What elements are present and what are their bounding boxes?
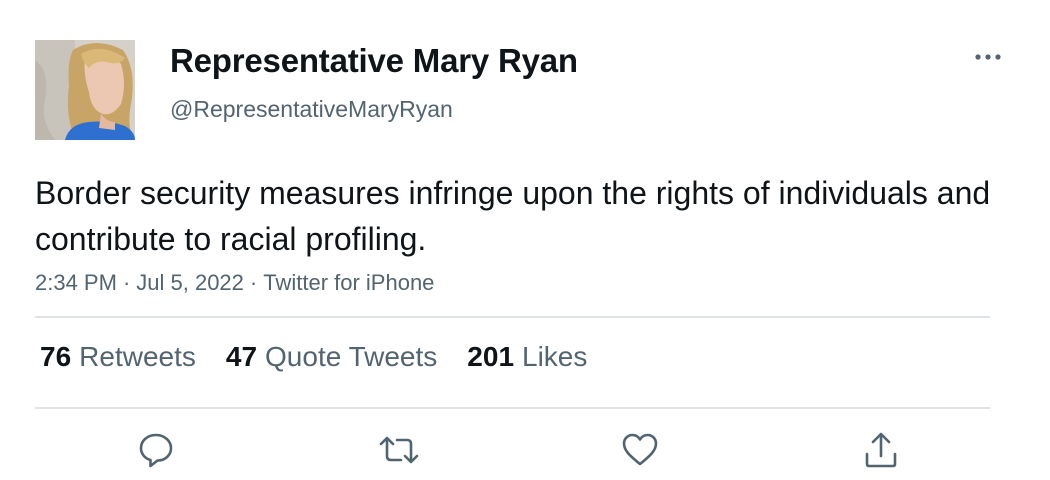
likes-stat[interactable]: 201 Likes bbox=[467, 341, 587, 373]
quote-tweets-label: Quote Tweets bbox=[265, 341, 438, 372]
meta-separator: · bbox=[249, 270, 258, 295]
action-bar bbox=[0, 428, 1050, 472]
reply-button[interactable] bbox=[134, 428, 178, 472]
share-button[interactable] bbox=[859, 428, 903, 472]
retweet-icon bbox=[379, 436, 419, 464]
like-icon bbox=[622, 433, 658, 466]
meta-separator: · bbox=[122, 270, 131, 295]
tweet-text: Border security measures infringe upon t… bbox=[35, 175, 991, 257]
more-options-button[interactable] bbox=[968, 44, 1008, 70]
likes-label: Likes bbox=[522, 341, 588, 372]
avatar[interactable] bbox=[35, 40, 135, 140]
retweet-button[interactable] bbox=[377, 428, 421, 472]
quote-tweets-stat[interactable]: 47 Quote Tweets bbox=[226, 341, 437, 373]
author-handle[interactable]: @RepresentativeMaryRyan bbox=[170, 96, 453, 123]
tweet-source[interactable]: Twitter for iPhone bbox=[263, 270, 434, 295]
divider bbox=[35, 407, 990, 409]
likes-count: 201 bbox=[467, 341, 515, 372]
more-horizontal-icon bbox=[975, 54, 1001, 60]
quote-tweets-count: 47 bbox=[225, 341, 258, 372]
tweet-date[interactable]: Jul 5, 2022 bbox=[136, 270, 244, 295]
like-button[interactable] bbox=[618, 428, 662, 472]
engagement-stats: 76 Retweets 47 Quote Tweets 201 Likes bbox=[40, 341, 617, 373]
retweets-stat[interactable]: 76 Retweets bbox=[40, 341, 196, 373]
profile-photo bbox=[35, 40, 135, 140]
retweets-label: Retweets bbox=[79, 341, 196, 372]
retweets-count: 76 bbox=[40, 341, 72, 372]
tweet-time[interactable]: 2:34 PM bbox=[35, 270, 117, 295]
tweet-card: Representative Mary Ryan @Representative… bbox=[0, 0, 1050, 480]
tweet-meta: 2:34 PM · Jul 5, 2022 · Twitter for iPhone bbox=[35, 270, 434, 296]
divider bbox=[35, 316, 990, 318]
author-display-name[interactable]: Representative Mary Ryan bbox=[170, 42, 578, 80]
reply-icon bbox=[139, 433, 173, 468]
share-icon bbox=[865, 432, 897, 468]
